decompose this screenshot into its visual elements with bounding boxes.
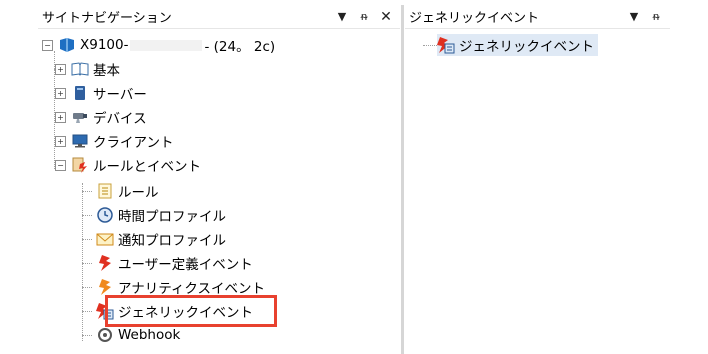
expand-toggle[interactable]: + [55,111,66,123]
tree-item-label: 基本 [93,63,120,79]
tree-item-webhook[interactable]: Webhook [96,324,180,346]
collapse-toggle[interactable]: − [42,39,53,51]
tree-item-notification-profiles[interactable]: 通知プロファイル [96,228,226,250]
clock-icon [96,206,114,224]
server-icon [71,84,89,102]
redacted-area [130,39,203,51]
monitor-icon [71,132,89,150]
expand-toggle[interactable]: + [55,87,66,99]
site-navigation-pane: サイトナビゲーション ▼ ᵰ ✕ − X9100- - (24。 2c) + 基… [38,5,400,354]
rule-list-icon [96,182,114,200]
tree-item-time-profiles[interactable]: 時間プロファイル [96,204,226,226]
collapse-toggle[interactable]: − [55,159,66,171]
tree-item-label: アナリティクスイベント [118,281,266,297]
highlight-box [105,295,277,327]
tree-item-user-defined-events[interactable]: ユーザー定義イベント [96,252,253,274]
root-node-suffix: - (24。 2c) [204,39,276,55]
tree-item-label: ルールとイベント [93,159,201,175]
camera-icon [71,108,89,126]
pin-icon[interactable]: ᵰ [648,10,664,23]
tree-item-label: Webhook [118,327,181,343]
pin-icon[interactable]: ᵰ [356,10,372,23]
tree-item-rules-and-events[interactable]: − ルールとイベント [55,154,201,176]
tree-item-label: ユーザー定義イベント [118,257,253,273]
tree-item-label: 時間プロファイル [118,209,226,225]
expand-toggle[interactable]: + [55,135,66,147]
tree-root-node[interactable]: − X9100- - (24。 2c) [42,34,275,56]
pane-splitter[interactable] [401,5,404,354]
envelope-icon [96,230,114,248]
tree-item-rules[interactable]: ルール [96,180,159,202]
tree-item-clients[interactable]: + クライアント [55,130,173,152]
analytics-event-icon [96,278,114,296]
expand-toggle[interactable]: + [55,63,66,75]
rules-events-icon [71,156,89,174]
tree-item-label: サーバー [93,87,147,103]
tree-item-label: デバイス [93,111,147,127]
pane-options-dropdown[interactable]: ▼ [626,10,642,23]
tree-item-label: 通知プロファイル [118,233,226,249]
tree-item-basic[interactable]: + 基本 [55,58,120,80]
tree-item-label: クライアント [93,135,174,151]
close-icon[interactable]: ✕ [378,9,394,25]
generic-event-icon [437,36,455,54]
tree-item-devices[interactable]: + デバイス [55,106,147,128]
pane-options-dropdown[interactable]: ▼ [334,10,350,23]
site-navigation-titlebar: サイトナビゲーション ▼ ᵰ ✕ [38,5,400,29]
tree-item-label: ルール [118,185,159,201]
list-item-label: ジェネリックイベント [459,39,594,55]
webhook-icon [96,326,114,344]
generic-events-pane: ジェネリックイベント ▼ ᵰ ジェネリックイベント [405,5,670,354]
tree-item-servers[interactable]: + サーバー [55,82,147,104]
book-icon [71,60,89,78]
user-event-icon [96,254,114,272]
generic-events-titlebar: ジェネリックイベント ▼ ᵰ [405,5,670,29]
root-node-prefix: X9100- [80,37,129,53]
generic-events-list-item[interactable]: ジェネリックイベント [437,34,598,56]
site-globe-icon [58,36,76,54]
pane-title: ジェネリックイベント [409,11,540,26]
pane-title: サイトナビゲーション [42,11,172,26]
